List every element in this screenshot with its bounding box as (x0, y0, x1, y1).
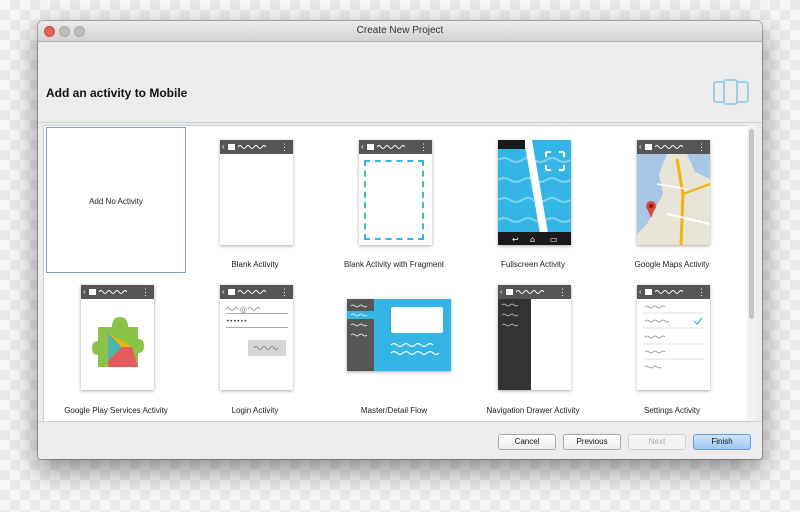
action-bar: ‹ ⋮ (220, 140, 293, 154)
create-new-project-window: Create New Project Add an activity to Mo… (38, 21, 762, 459)
overflow-menu-icon: ⋮ (419, 142, 428, 152)
title-squiggle-icon (238, 290, 266, 294)
title-squiggle-icon (377, 145, 405, 149)
svg-text:@: @ (240, 306, 247, 314)
tile-blank-activity-fragment[interactable]: ‹ ⋮ Blank Activity with Fragment (324, 127, 464, 273)
title-squiggle-icon (655, 290, 683, 294)
app-icon (228, 289, 235, 295)
title-squiggle-icon (655, 145, 683, 149)
tile-label: Login Activity (231, 406, 279, 415)
wizard-footer: Cancel Previous Next Finish (38, 421, 762, 459)
action-bar: ‹ ⋮ (498, 285, 571, 299)
svg-text:▭: ▭ (550, 235, 558, 244)
navigation-drawer-preview: ‹ ⋮ (498, 285, 571, 390)
action-bar: ‹ ⋮ (637, 140, 710, 154)
tile-navigation-drawer-activity[interactable]: ‹ ⋮ Navigation Drawer Activity (463, 274, 603, 420)
play-services-puzzle-icon (92, 317, 144, 367)
title-bar: Create New Project (38, 21, 762, 42)
tile-master-detail-flow[interactable]: Master/Detail Flow (324, 274, 464, 420)
tile-add-no-activity[interactable]: Add No Activity (46, 127, 186, 273)
overflow-menu-icon: ⋮ (558, 287, 567, 297)
tile-label: Fullscreen Activity (500, 260, 566, 269)
back-icon: ‹ (639, 287, 642, 296)
tile-label: Master/Detail Flow (360, 406, 428, 415)
activity-gallery: Add No Activity ‹ ⋮ Blank Activity ‹ ⋮ B… (43, 125, 753, 423)
app-icon (645, 289, 652, 295)
back-icon: ‹ (222, 142, 225, 151)
play-services-preview: ‹ ⋮ (81, 285, 154, 390)
tile-label: Blank Activity (231, 260, 279, 269)
tile-label: Blank Activity with Fragment (343, 260, 445, 269)
svg-text:↩: ↩ (512, 235, 519, 244)
drawer-panel-icon (498, 299, 571, 390)
title-squiggle-icon (238, 145, 266, 149)
wizard-header: Add an activity to Mobile (38, 42, 762, 123)
back-icon: ‹ (639, 142, 642, 151)
tile-google-play-services-activity[interactable]: ‹ ⋮ Google Play Services Activity (46, 274, 186, 420)
sign-in-button-icon (248, 340, 286, 356)
title-squiggle-icon (99, 290, 127, 294)
action-bar: ‹ ⋮ (220, 285, 293, 299)
previous-button[interactable]: Previous (563, 434, 621, 450)
tile-label: Google Play Services Activity (64, 406, 168, 415)
back-icon: ‹ (361, 142, 364, 151)
master-detail-preview-icon (347, 299, 451, 371)
fullscreen-preview-icon: ↩ ⌂ ▭ (498, 140, 571, 245)
app-icon (645, 144, 652, 150)
blank-activity-preview: ‹ ⋮ (220, 140, 293, 245)
fragment-outline-icon (364, 160, 424, 240)
overflow-menu-icon: ⋮ (280, 142, 289, 152)
tile-blank-activity[interactable]: ‹ ⋮ Blank Activity (185, 127, 325, 273)
page-title: Add an activity to Mobile (46, 86, 188, 100)
scrollbar-thumb[interactable] (749, 129, 754, 319)
password-field: •••••• (226, 317, 288, 328)
email-field-icon: @ (226, 306, 288, 314)
device-icon (713, 79, 749, 105)
gallery-scrollbar[interactable] (747, 125, 756, 421)
action-bar: ‹ ⋮ (637, 285, 710, 299)
tile-label: Google Maps Activity (634, 260, 710, 269)
app-icon (228, 144, 235, 150)
blank-fragment-preview: ‹ ⋮ (359, 140, 432, 245)
overflow-menu-icon: ⋮ (280, 287, 289, 297)
tile-google-maps-activity[interactable]: ‹ ⋮ Google Maps Activity (602, 127, 742, 273)
settings-list-icon (643, 305, 704, 369)
app-icon (367, 144, 374, 150)
action-bar: ‹ ⋮ (81, 285, 154, 299)
svg-text:⌂: ⌂ (530, 235, 535, 244)
action-bar: ‹ ⋮ (359, 140, 432, 154)
next-button[interactable]: Next (628, 434, 686, 450)
login-preview: ‹ ⋮ @ •••••• (220, 285, 293, 390)
back-icon: ‹ (500, 287, 503, 296)
app-icon (89, 289, 96, 295)
back-icon: ‹ (83, 287, 86, 296)
tile-label: Settings Activity (643, 406, 701, 415)
window-title: Create New Project (356, 25, 444, 36)
tile-fullscreen-activity[interactable]: ↩ ⌂ ▭ Fullscreen Activity (463, 127, 603, 273)
tile-settings-activity[interactable]: ‹ ⋮ Settings Activity (602, 274, 742, 420)
maps-preview: ‹ ⋮ (637, 140, 710, 245)
tile-login-activity[interactable]: ‹ ⋮ @ •••••• Login Activity (185, 274, 325, 420)
settings-preview: ‹ ⋮ (637, 285, 710, 390)
map-icon (637, 154, 710, 245)
back-icon: ‹ (222, 287, 225, 296)
title-squiggle-icon (516, 290, 544, 294)
app-icon (506, 289, 513, 295)
tile-label: Navigation Drawer Activity (486, 406, 580, 415)
overflow-menu-icon: ⋮ (141, 287, 150, 297)
finish-button[interactable]: Finish (693, 434, 751, 450)
overflow-menu-icon: ⋮ (697, 142, 706, 152)
tile-label: Add No Activity (89, 197, 143, 206)
cancel-button[interactable]: Cancel (498, 434, 556, 450)
overflow-menu-icon: ⋮ (697, 287, 706, 297)
